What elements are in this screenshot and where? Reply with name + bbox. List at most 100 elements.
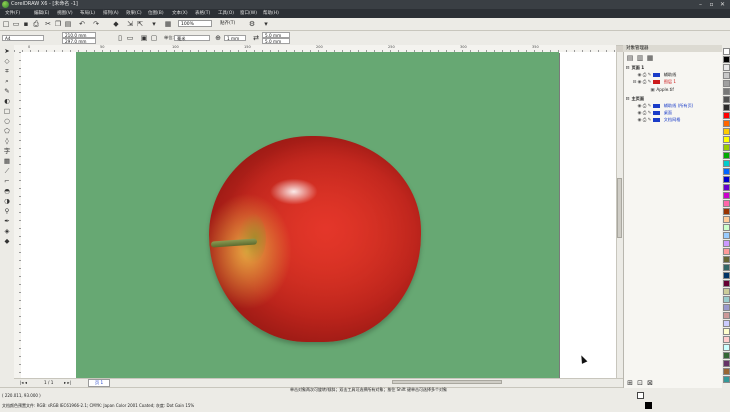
palette-swatch[interactable] (723, 88, 730, 95)
duplicate-y-field[interactable]: 5.0 mm (262, 38, 290, 44)
menu-bitmaps[interactable]: 位图(B) (148, 10, 164, 17)
palette-swatch[interactable] (723, 48, 730, 55)
current-page-icon[interactable]: ▢ (150, 34, 158, 42)
options-gear-icon[interactable]: ⚙ (248, 20, 256, 28)
palette-swatch[interactable] (723, 344, 730, 351)
horizontal-scroll-thumb[interactable] (392, 380, 502, 384)
outline-color-indicator[interactable] (645, 402, 652, 409)
tree-item-document-grid[interactable]: ◉⎙✎ 文档网格 (637, 116, 681, 124)
export-icon[interactable]: ⇱ (136, 20, 144, 28)
palette-swatch[interactable] (723, 304, 730, 311)
tree-item-apple-bitmap[interactable]: ▣ Apple.tif (650, 86, 674, 93)
paste-icon[interactable]: ▤ (64, 20, 72, 28)
crop-tool-icon[interactable]: ⌗ (3, 67, 11, 75)
pick-tool-icon[interactable]: ➤ (3, 47, 11, 55)
palette-swatch[interactable] (723, 280, 730, 287)
menu-effects[interactable]: 效果(C) (126, 10, 142, 17)
palette-swatch[interactable] (723, 256, 730, 263)
palette-swatch[interactable] (723, 208, 730, 215)
palette-swatch[interactable] (723, 128, 730, 135)
rectangle-tool-icon[interactable]: □ (3, 107, 11, 115)
menu-text[interactable]: 文本(X) (172, 10, 188, 17)
palette-swatch[interactable] (723, 376, 730, 383)
edit-across-layers-icon[interactable]: ▦ (646, 54, 654, 62)
palette-swatch[interactable] (723, 104, 730, 111)
landscape-orientation-icon[interactable]: ▭ (126, 34, 134, 42)
ellipse-tool-icon[interactable]: ○ (3, 117, 11, 125)
nudge-distance-field[interactable]: 1 mm (224, 35, 246, 41)
page-tab[interactable]: 页 1 (88, 379, 111, 387)
welcome-screen-icon[interactable]: ▦ (164, 20, 172, 28)
palette-swatch[interactable] (723, 296, 730, 303)
menu-tools[interactable]: 工具(O) (218, 10, 234, 17)
palette-swatch[interactable] (723, 336, 730, 343)
palette-swatch[interactable] (723, 184, 730, 191)
new-layer-icon[interactable]: ⊞ (626, 379, 634, 387)
palette-swatch[interactable] (723, 240, 730, 247)
parallel-dimension-tool-icon[interactable]: ⟋ (3, 167, 11, 175)
palette-swatch[interactable] (723, 168, 730, 175)
palette-swatch[interactable] (723, 120, 730, 127)
tree-item-layer-1[interactable]: ⊟◉⎙✎ 图层 1 (632, 78, 676, 85)
page-size-dropdown[interactable]: A4 (2, 35, 44, 41)
shape-tool-icon[interactable]: ◇ (3, 57, 11, 65)
zoom-tool-icon[interactable]: ⌕ (3, 77, 11, 85)
tree-item-page[interactable]: ⊟ 页面 1 (625, 64, 645, 72)
palette-swatch[interactable] (723, 288, 730, 295)
save-icon[interactable]: ▪ (22, 20, 30, 28)
menu-view[interactable]: 视图(V) (57, 10, 73, 17)
menu-arrange[interactable]: 排列(A) (103, 10, 119, 17)
palette-swatch[interactable] (723, 72, 730, 79)
menu-edit[interactable]: 编辑(E) (34, 10, 49, 17)
palette-swatch[interactable] (723, 224, 730, 231)
connector-tool-icon[interactable]: ⌐ (3, 177, 11, 185)
zoom-level-field[interactable]: 100% (178, 20, 212, 27)
print-icon[interactable]: ⎙ (32, 20, 40, 28)
transparency-tool-icon[interactable]: ◑ (3, 197, 11, 205)
copy-icon[interactable]: ❐ (54, 20, 62, 28)
palette-swatch[interactable] (723, 264, 730, 271)
palette-swatch[interactable] (723, 112, 730, 119)
edit-pencil-icon[interactable]: ✎ (647, 117, 652, 124)
show-properties-icon[interactable]: ▤ (626, 54, 634, 62)
palette-swatch[interactable] (723, 144, 730, 151)
table-tool-icon[interactable]: ▦ (3, 157, 11, 165)
undo-icon[interactable]: ↶ (78, 20, 86, 28)
portrait-orientation-icon[interactable]: ▯ (116, 34, 124, 42)
new-master-layer-icon[interactable]: ⊡ (636, 379, 644, 387)
freehand-tool-icon[interactable]: ✎ (3, 87, 11, 95)
page-height-field[interactable]: 297.0 mm (62, 38, 96, 44)
palette-swatch[interactable] (723, 272, 730, 279)
close-button[interactable]: ✕ (717, 1, 728, 8)
palette-swatch[interactable] (723, 320, 730, 327)
menu-help[interactable]: 帮助(H) (263, 10, 279, 17)
maximize-button[interactable]: ▫ (706, 1, 717, 8)
palette-swatch[interactable] (723, 328, 730, 335)
palette-swatch[interactable] (723, 64, 730, 71)
open-folder-icon[interactable]: ▭ (12, 20, 20, 28)
palette-swatch[interactable] (723, 136, 730, 143)
first-page-button[interactable]: |◂ ◂ (20, 379, 27, 387)
palette-swatch[interactable] (723, 160, 730, 167)
palette-swatch[interactable] (723, 312, 730, 319)
tree-item-guides-all-pages[interactable]: ◉⎙✎ 辅助线 (所有页) (637, 102, 694, 109)
smart-fill-tool-icon[interactable]: ◐ (3, 97, 11, 105)
cut-icon[interactable]: ✂ (44, 20, 52, 28)
snap-to-dropdown[interactable]: 贴齐(T) (220, 20, 235, 28)
palette-swatch[interactable] (723, 96, 730, 103)
palette-swatch[interactable] (723, 200, 730, 207)
palette-swatch[interactable] (723, 360, 730, 367)
fill-tool-icon[interactable]: ◈ (3, 227, 11, 235)
delete-layer-icon[interactable]: ⊠ (646, 379, 654, 387)
menu-window[interactable]: 窗口(W) (240, 10, 257, 17)
new-document-icon[interactable]: □ (2, 20, 10, 28)
palette-swatch[interactable] (723, 368, 730, 375)
palette-swatch[interactable] (723, 352, 730, 359)
palette-swatch[interactable] (723, 232, 730, 239)
palette-swatch[interactable] (723, 56, 730, 63)
eyedropper-tool-icon[interactable]: ⚲ (3, 207, 11, 215)
menu-file[interactable]: 文件(F) (5, 10, 20, 17)
collapse-icon[interactable]: ⊟ (625, 65, 630, 72)
palette-swatch[interactable] (723, 80, 730, 87)
menu-table[interactable]: 表格(T) (195, 10, 210, 17)
